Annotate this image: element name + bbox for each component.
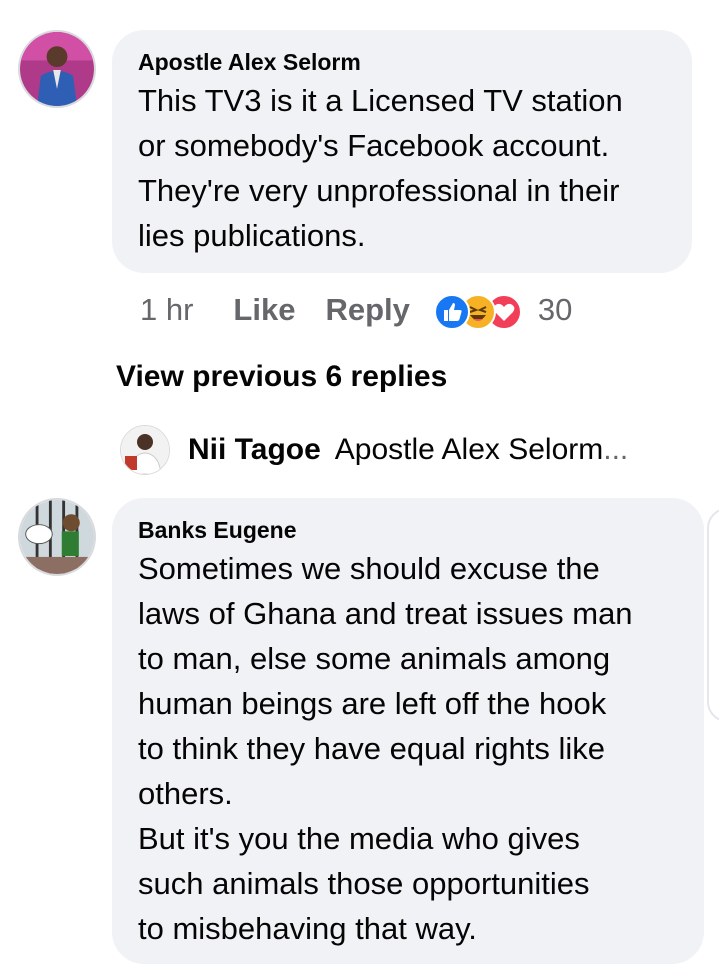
- view-previous-replies-link[interactable]: View previous 6 replies: [116, 360, 447, 394]
- comment-author[interactable]: Banks Eugene: [138, 516, 684, 544]
- profile-photo-icon: [20, 32, 94, 106]
- comment-text: This TV3 is it a Licensed TV station or …: [138, 83, 623, 253]
- profile-photo-icon: [20, 500, 94, 574]
- like-icon: [433, 294, 470, 330]
- reply-author[interactable]: Nii Tagoe: [188, 433, 321, 467]
- comment-actions: 1 hr Like Reply 30: [140, 290, 572, 330]
- reply-button[interactable]: Reply: [325, 292, 409, 328]
- avatar-banks-eugene[interactable]: [18, 498, 96, 576]
- like-button[interactable]: Like: [233, 292, 295, 328]
- comment-bubble: Apostle Alex Selorm This TV3 is it a Lic…: [112, 30, 692, 273]
- reply-text: Apostle Alex Selorm: [334, 433, 604, 466]
- comment-bubble: Banks Eugene Sometimes we should excuse …: [112, 498, 704, 964]
- comment-author[interactable]: Apostle Alex Selorm: [138, 48, 668, 76]
- offscreen-card-edge: [707, 508, 719, 722]
- profile-photo-icon: [121, 426, 169, 474]
- reactions-summary[interactable]: [433, 292, 524, 330]
- reaction-count[interactable]: 30: [538, 292, 572, 328]
- reply-preview[interactable]: Nii Tagoe Apostle Alex Selorm ...: [120, 425, 628, 475]
- comment-text: Sometimes we should excuse the laws of G…: [138, 551, 633, 946]
- avatar-apostle-alex-selorm[interactable]: [18, 30, 96, 108]
- avatar-nii-tagoe[interactable]: [120, 425, 170, 475]
- comment-timestamp[interactable]: 1 hr: [140, 292, 193, 328]
- reply-ellipsis: ...: [603, 433, 629, 466]
